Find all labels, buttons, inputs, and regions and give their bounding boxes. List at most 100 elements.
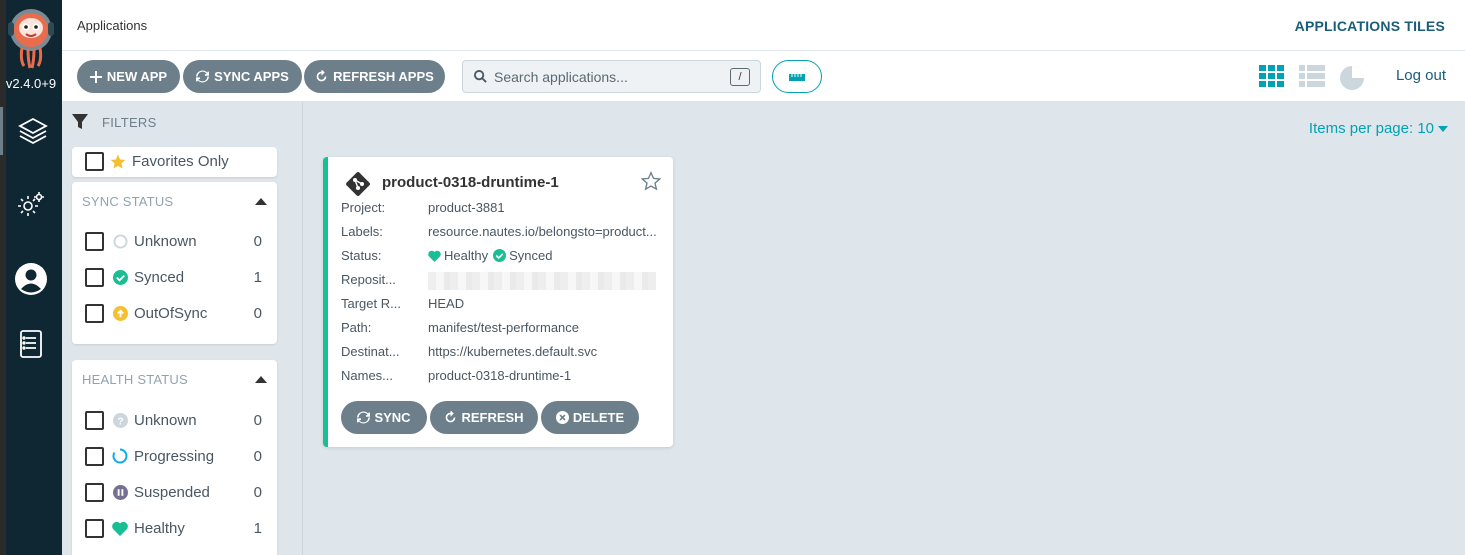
checkbox[interactable] [85, 482, 104, 502]
detail-value: manifest/test-performance [428, 320, 580, 335]
detail-value: https://kubernetes.default.svc [428, 344, 598, 359]
arrow-up-circle-icon [112, 305, 128, 321]
sync-button[interactable]: SYNC [341, 401, 427, 434]
refresh-icon [446, 411, 456, 423]
cluster-filter-button[interactable] [772, 60, 822, 93]
checkbox[interactable] [85, 267, 104, 287]
argo-logo[interactable] [6, 8, 56, 70]
filter-label: Suspended [134, 483, 210, 501]
detail-target-revision: Target R... HEAD [341, 296, 663, 311]
delete-button[interactable]: DELETE [541, 401, 639, 434]
filter-count: 0 [253, 304, 262, 322]
app-tile[interactable]: product-0318-druntime-1 Project: product… [323, 157, 673, 447]
filter-label: OutOfSync [134, 304, 208, 322]
times-circle-icon [555, 411, 569, 424]
filter-icon [72, 114, 88, 129]
favorites-checkbox[interactable] [85, 152, 104, 171]
sync-label: SYNC [374, 410, 411, 425]
new-app-button[interactable]: NEW APP [77, 60, 180, 93]
detail-key: Project: [341, 200, 386, 215]
detail-destination: Destinat... https://kubernetes.default.s… [341, 344, 663, 359]
nav-user-info[interactable] [0, 255, 62, 303]
detail-status: Status: Healthy Synced [341, 248, 663, 263]
check-circle-icon [493, 249, 507, 262]
heart-icon [112, 521, 128, 536]
sync-status-filter: SYNC STATUS Unknown 0 Synced 1 OutOfSync… [72, 182, 277, 344]
plus-icon [89, 70, 102, 83]
health-status-title: HEALTH STATUS [82, 372, 188, 387]
filter-row-sync-outofsync[interactable]: OutOfSync 0 [85, 301, 262, 325]
checkbox[interactable] [85, 446, 104, 466]
filter-row-health-healthy[interactable]: Healthy 1 [85, 516, 262, 540]
filters-title: FILTERS [102, 114, 157, 130]
nav-applications[interactable] [0, 107, 62, 155]
sync-apps-button[interactable]: SYNC APPS [183, 60, 302, 93]
filter-count: 0 [253, 411, 262, 429]
filter-row-sync-unknown[interactable]: Unknown 0 [85, 229, 262, 253]
gears-icon [18, 192, 44, 216]
items-per-page-label: Items per page: 10 [1308, 120, 1434, 137]
filter-label: Healthy [134, 519, 185, 537]
filter-label: Progressing [134, 447, 215, 465]
refresh-icon [316, 70, 327, 82]
detail-labels: Labels: resource.nautes.io/belongsto=pro… [341, 224, 663, 239]
checkbox[interactable] [85, 518, 104, 538]
progress-circle-icon [112, 448, 128, 464]
collapse-caret-icon[interactable] [255, 198, 267, 205]
refresh-button[interactable]: REFRESH [430, 401, 538, 434]
breadcrumb[interactable]: Applications [77, 18, 147, 33]
tiles-view-icon[interactable] [1259, 65, 1285, 87]
filter-count: 0 [253, 232, 262, 250]
filter-row-sync-synced[interactable]: Synced 1 [85, 265, 262, 289]
sync-icon [196, 70, 210, 83]
filter-count: 1 [253, 519, 262, 537]
filter-row-health-progressing[interactable]: Progressing 0 [85, 444, 262, 468]
checkbox[interactable] [85, 303, 104, 323]
detail-namespace: Names... product-0318-druntime-1 [341, 368, 663, 383]
ruler-icon [789, 73, 805, 81]
app-name[interactable]: product-0318-druntime-1 [382, 174, 559, 191]
detail-project: Project: product-3881 [341, 200, 663, 215]
star-icon [110, 154, 126, 169]
filter-row-health-unknown[interactable]: ? Unknown 0 [85, 408, 262, 432]
checkbox[interactable] [85, 231, 104, 251]
favorite-star-icon[interactable] [641, 171, 661, 191]
refresh-apps-button[interactable]: REFRESH APPS [304, 60, 445, 93]
detail-key: Destinat... [341, 344, 400, 359]
checkbox[interactable] [85, 410, 104, 430]
svg-text:?: ? [117, 416, 123, 427]
list-view-icon[interactable] [1299, 65, 1325, 87]
search-shortcut-key: / [730, 68, 750, 86]
heart-icon [428, 250, 441, 262]
logout-link[interactable]: Log out [1396, 67, 1446, 84]
filters-panel: FILTERS Favorites Only SYNC STATUS Unkno… [62, 102, 303, 555]
health-status-filter: HEALTH STATUS ? Unknown 0 Progressing 0 … [72, 360, 277, 555]
collapse-caret-icon[interactable] [255, 376, 267, 383]
detail-value: HEAD [428, 296, 465, 311]
items-per-page-dropdown[interactable]: Items per page: 10 [1309, 120, 1448, 137]
pause-circle-icon [112, 484, 128, 500]
layers-icon [17, 117, 48, 145]
toolbar: NEW APP SYNC APPS REFRESH APPS Search ap… [62, 51, 1465, 102]
summary-view-icon[interactable] [1339, 65, 1365, 91]
detail-path: Path: manifest/test-performance [341, 320, 663, 335]
nav-documentation[interactable] [0, 320, 62, 368]
sync-icon [357, 411, 371, 424]
detail-repository: Reposit... [341, 272, 663, 290]
nav-settings[interactable] [0, 180, 62, 228]
delete-label: DELETE [572, 410, 625, 425]
circle-outline-icon [112, 233, 128, 249]
filter-label: Unknown [134, 232, 197, 250]
git-icon [346, 172, 370, 196]
filter-count: 0 [253, 483, 262, 501]
filter-row-health-suspended[interactable]: Suspended 0 [85, 480, 262, 504]
health-status: Healthy [444, 248, 489, 263]
left-nav: v2.4.0+9 [0, 0, 62, 555]
new-app-label: NEW APP [106, 69, 168, 84]
search-input[interactable]: Search applications... / [462, 60, 761, 93]
detail-value: resource.nautes.io/belongsto=product... [428, 224, 657, 239]
sync-apps-label: SYNC APPS [214, 69, 289, 84]
page-title: APPLICATIONS TILES [1294, 18, 1445, 34]
detail-value: Healthy Synced [428, 248, 663, 263]
filter-label: Synced [134, 268, 185, 286]
